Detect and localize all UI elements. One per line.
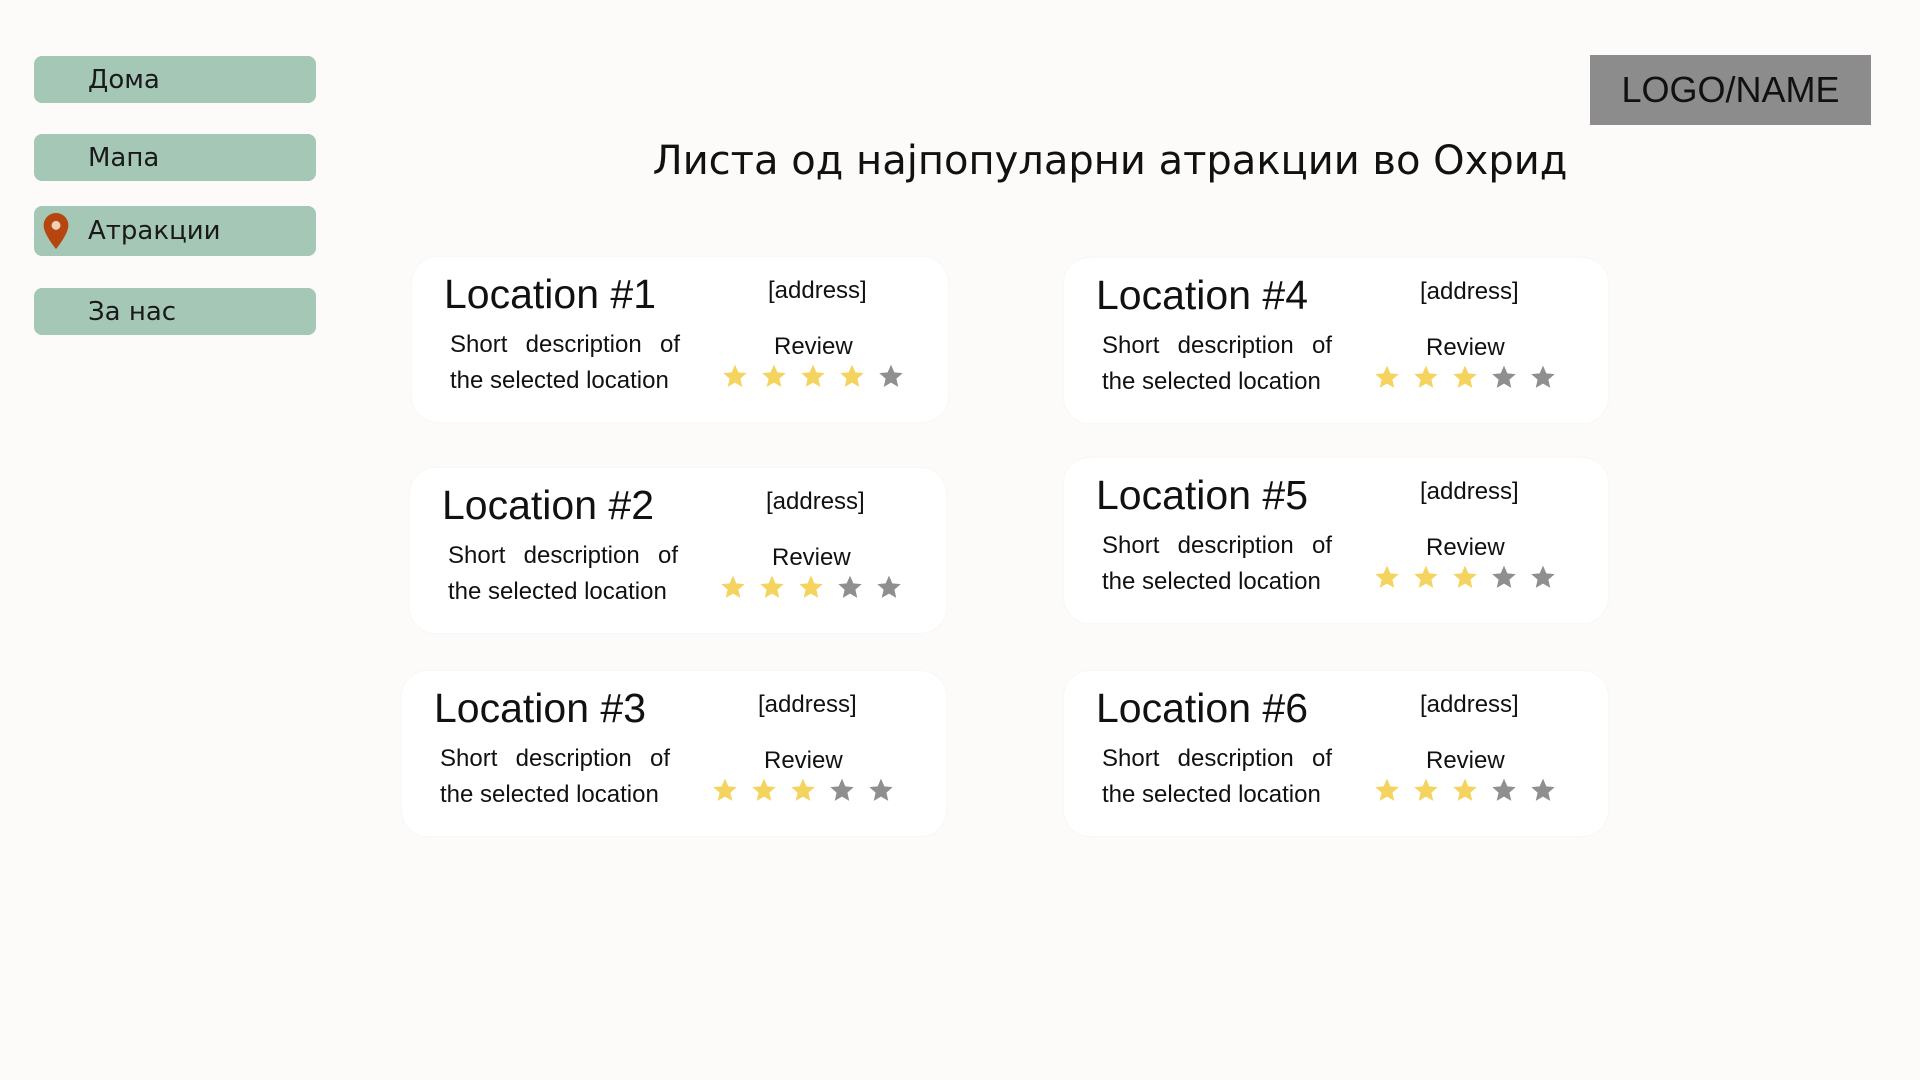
star-empty-icon bbox=[838, 575, 862, 598]
location-description: Short description of the selected locati… bbox=[1102, 741, 1332, 813]
map-pin-icon bbox=[43, 213, 69, 249]
star-empty-icon bbox=[1492, 365, 1516, 388]
description-line: Short description of bbox=[450, 331, 680, 358]
star-filled-icon bbox=[799, 575, 823, 598]
location-card-6[interactable]: Location #6 [address] Short description … bbox=[1064, 671, 1608, 836]
star-empty-icon bbox=[879, 364, 903, 387]
star-filled-icon bbox=[762, 364, 786, 387]
location-title: Location #5 bbox=[1096, 472, 1309, 518]
star-filled-icon bbox=[1453, 365, 1477, 388]
description-line: the selected location bbox=[440, 781, 659, 808]
page-title: Листа од најпопуларни атракции во Охрид bbox=[652, 138, 1568, 184]
location-card-3[interactable]: Location #3 [address] Short description … bbox=[402, 671, 946, 836]
star-empty-icon bbox=[1492, 778, 1516, 801]
location-address: [address] bbox=[758, 691, 857, 718]
sidebar-item-home[interactable]: Дома bbox=[34, 56, 316, 103]
star-empty-icon bbox=[1492, 565, 1516, 588]
logo[interactable]: LOGO/NAME bbox=[1590, 55, 1871, 125]
location-title: Location #4 bbox=[1096, 272, 1309, 318]
location-title: Location #2 bbox=[442, 482, 655, 528]
star-filled-icon bbox=[713, 778, 737, 801]
location-address: [address] bbox=[766, 488, 865, 515]
description-line: Short description of bbox=[448, 542, 678, 569]
location-description: Short description of the selected locati… bbox=[440, 741, 670, 813]
star-filled-icon bbox=[1453, 778, 1477, 801]
description-line: Short description of bbox=[1102, 332, 1332, 359]
location-address: [address] bbox=[768, 277, 867, 304]
review-label: Review bbox=[1426, 747, 1505, 774]
star-filled-icon bbox=[760, 575, 784, 598]
star-filled-icon bbox=[1375, 565, 1399, 588]
sidebar-item-attractions[interactable]: Атракции bbox=[34, 206, 316, 256]
location-title: Location #1 bbox=[444, 271, 657, 317]
star-filled-icon bbox=[1414, 565, 1438, 588]
sidebar-item-label: Атракции bbox=[88, 216, 221, 246]
review-label: Review bbox=[1426, 334, 1505, 361]
sidebar-item-about[interactable]: За нас bbox=[34, 288, 316, 335]
star-filled-icon bbox=[801, 364, 825, 387]
star-empty-icon bbox=[1531, 565, 1555, 588]
description-line: Short description of bbox=[1102, 745, 1332, 772]
star-filled-icon bbox=[1375, 365, 1399, 388]
star-empty-icon bbox=[1531, 778, 1555, 801]
sidebar-item-label: Мапа bbox=[88, 142, 160, 173]
description-line: the selected location bbox=[1102, 568, 1321, 595]
location-address: [address] bbox=[1420, 278, 1519, 305]
location-description: Short description of the selected locati… bbox=[450, 327, 680, 399]
description-line: the selected location bbox=[448, 578, 667, 605]
location-card-4[interactable]: Location #4 [address] Short description … bbox=[1064, 258, 1608, 423]
star-rating bbox=[720, 574, 902, 600]
location-description: Short description of the selected locati… bbox=[1102, 328, 1332, 400]
location-title: Location #3 bbox=[434, 685, 647, 731]
location-card-2[interactable]: Location #2 [address] Short description … bbox=[410, 468, 946, 633]
star-empty-icon bbox=[1531, 365, 1555, 388]
star-filled-icon bbox=[1414, 365, 1438, 388]
description-line: Short description of bbox=[1102, 532, 1332, 559]
star-empty-icon bbox=[877, 575, 901, 598]
location-description: Short description of the selected locati… bbox=[1102, 528, 1332, 600]
star-rating bbox=[712, 777, 894, 803]
star-filled-icon bbox=[1414, 778, 1438, 801]
star-rating bbox=[1374, 777, 1556, 803]
star-rating bbox=[722, 363, 904, 389]
star-filled-icon bbox=[752, 778, 776, 801]
description-line: the selected location bbox=[450, 367, 669, 394]
location-address: [address] bbox=[1420, 478, 1519, 505]
review-label: Review bbox=[1426, 534, 1505, 561]
sidebar-item-map[interactable]: Мапа bbox=[34, 134, 316, 181]
description-line: Short description of bbox=[440, 745, 670, 772]
star-filled-icon bbox=[791, 778, 815, 801]
star-rating bbox=[1374, 564, 1556, 590]
description-line: the selected location bbox=[1102, 368, 1321, 395]
description-line: the selected location bbox=[1102, 781, 1321, 808]
sidebar-item-label: За нас bbox=[88, 296, 177, 327]
star-filled-icon bbox=[1375, 778, 1399, 801]
star-filled-icon bbox=[840, 364, 864, 387]
review-label: Review bbox=[772, 544, 851, 571]
location-card-5[interactable]: Location #5 [address] Short description … bbox=[1064, 458, 1608, 623]
star-rating bbox=[1374, 364, 1556, 390]
location-description: Short description of the selected locati… bbox=[448, 538, 678, 610]
star-empty-icon bbox=[830, 778, 854, 801]
location-card-1[interactable]: Location #1 [address] Short description … bbox=[412, 257, 948, 422]
star-filled-icon bbox=[1453, 565, 1477, 588]
star-filled-icon bbox=[723, 364, 747, 387]
review-label: Review bbox=[764, 747, 843, 774]
location-address: [address] bbox=[1420, 691, 1519, 718]
star-filled-icon bbox=[721, 575, 745, 598]
star-empty-icon bbox=[869, 778, 893, 801]
review-label: Review bbox=[774, 333, 853, 360]
sidebar-item-label: Дома bbox=[88, 64, 160, 95]
location-title: Location #6 bbox=[1096, 685, 1309, 731]
